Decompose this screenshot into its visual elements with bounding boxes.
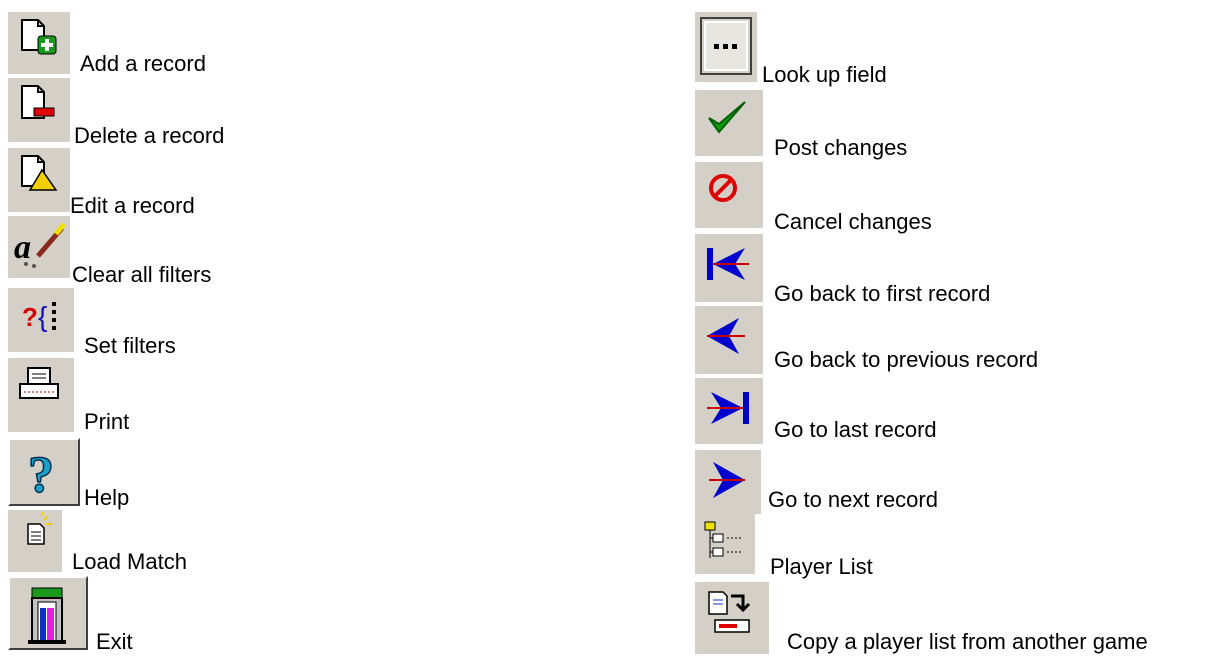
checkmark-icon: [695, 90, 763, 156]
first-record-icon: [695, 234, 763, 302]
cancel-changes-button[interactable]: [695, 162, 763, 228]
svg-text:{: {: [38, 301, 47, 332]
first-record-label: Go back to first record: [774, 281, 991, 306]
clear-filters-button[interactable]: a: [8, 216, 70, 278]
player-list-button[interactable]: [695, 514, 755, 574]
cancel-changes-label: Cancel changes: [774, 209, 932, 234]
set-filters-label: Set filters: [84, 333, 176, 358]
edit-record-button[interactable]: [8, 148, 70, 212]
last-record-label: Go to last record: [774, 417, 937, 442]
set-filters-button[interactable]: ? {: [8, 288, 74, 352]
load-match-button[interactable]: [8, 510, 62, 572]
svg-text:?: ?: [22, 302, 38, 332]
copy-player-list-button[interactable]: [695, 582, 769, 654]
previous-record-label: Go back to previous record: [774, 347, 1039, 372]
delete-record-icon: [8, 78, 70, 142]
next-record-label: Go to next record: [768, 487, 938, 512]
copy-player-list-label: Copy a player list from another game: [787, 629, 1148, 654]
edit-record-label: Edit a record: [70, 193, 195, 218]
post-changes-label: Post changes: [774, 135, 908, 160]
post-changes-button[interactable]: [695, 90, 763, 156]
help-button[interactable]: ?: [8, 438, 80, 506]
svg-text:a: a: [14, 229, 31, 266]
delete-record-label: Delete a record: [74, 123, 225, 148]
last-record-button[interactable]: [695, 378, 763, 444]
load-match-label: Load Match: [72, 549, 187, 574]
next-record-icon: [695, 450, 761, 514]
help-icon: ?: [10, 440, 78, 504]
ellipsis-icon: [695, 12, 757, 82]
load-match-icon: [8, 510, 62, 572]
look-up-field-button[interactable]: [695, 12, 757, 82]
exit-label: Exit: [96, 629, 133, 654]
previous-record-icon: [695, 306, 763, 374]
look-up-field-label: Look up field: [762, 62, 887, 87]
add-record-button[interactable]: [8, 12, 70, 74]
player-list-icon: [695, 514, 755, 574]
add-record-label: Add a record: [80, 51, 206, 76]
copy-player-list-icon: [695, 582, 769, 654]
delete-record-button[interactable]: [8, 78, 70, 142]
previous-record-button[interactable]: [695, 306, 763, 374]
clear-filters-icon: a: [8, 216, 70, 278]
svg-text:?: ?: [28, 447, 54, 504]
set-filters-icon: ? {: [8, 288, 74, 352]
first-record-button[interactable]: [695, 234, 763, 302]
last-record-icon: [695, 378, 763, 444]
cancel-icon: [695, 162, 763, 228]
print-label: Print: [84, 409, 130, 434]
help-label: Help: [84, 485, 130, 510]
add-record-icon: [8, 12, 70, 74]
exit-button[interactable]: [8, 576, 88, 650]
exit-icon: [10, 578, 86, 648]
clear-filters-label: Clear all filters: [72, 262, 212, 287]
next-record-button[interactable]: [695, 450, 761, 514]
edit-record-icon: [8, 148, 70, 212]
player-list-label: Player List: [770, 554, 873, 579]
print-button[interactable]: [8, 358, 74, 432]
print-icon: [8, 358, 74, 432]
